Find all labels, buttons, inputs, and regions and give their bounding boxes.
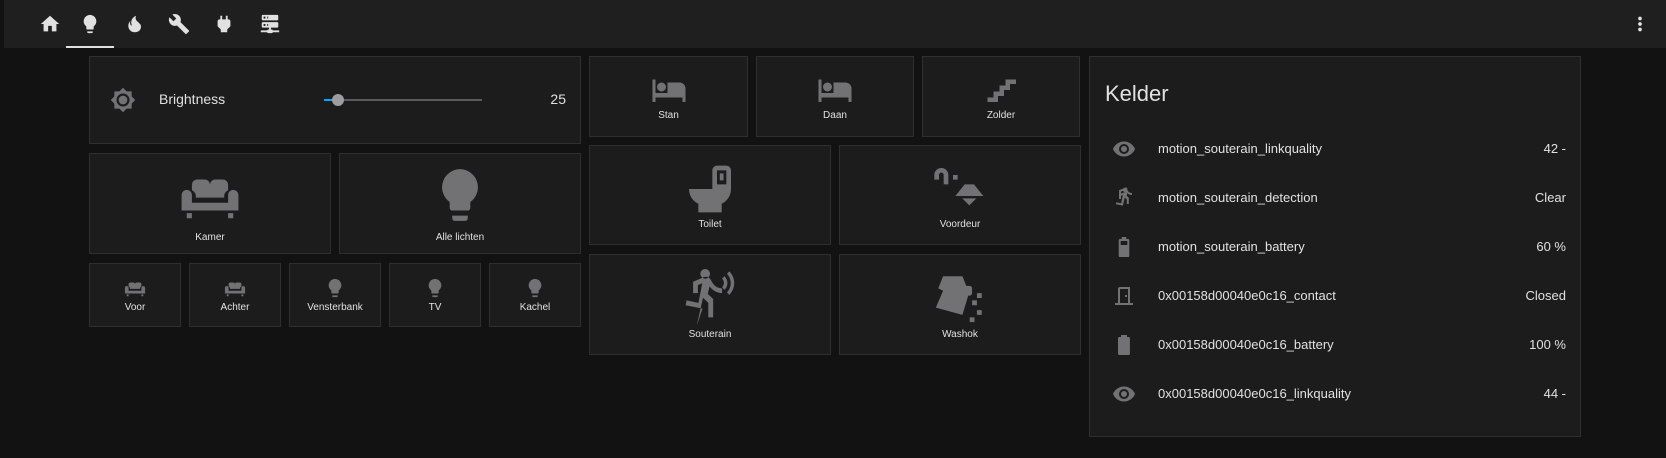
- button-label: Zolder: [986, 110, 1016, 121]
- entity-row[interactable]: motion_souterain_battery 60 %: [1090, 232, 1580, 262]
- light-button-tv[interactable]: TV: [389, 263, 481, 327]
- light-button-kachel[interactable]: Kachel: [489, 263, 581, 327]
- entity-state: 44 -: [1543, 386, 1566, 401]
- entity-name: 0x00158d00040e0c16_contact: [1158, 288, 1336, 303]
- slider-thumb[interactable]: [332, 94, 345, 106]
- card-title: Kelder: [1105, 81, 1169, 106]
- room-button-toilet[interactable]: Toilet: [589, 145, 831, 245]
- button-label: Vensterbank: [307, 302, 363, 313]
- slider-track: [324, 99, 482, 101]
- room-button-daan[interactable]: Daan: [756, 56, 914, 137]
- tab-lights[interactable]: [66, 0, 114, 48]
- tab-server[interactable]: [246, 0, 294, 48]
- bed-icon: [817, 72, 853, 108]
- brightness-card: Brightness 25: [89, 56, 581, 144]
- entity-state: Clear: [1534, 190, 1566, 205]
- brightness-slider[interactable]: [324, 91, 482, 109]
- entity-name: motion_souterain_linkquality: [1158, 141, 1323, 156]
- lightbulb-icon: [79, 13, 101, 35]
- eye-icon: [1112, 137, 1136, 161]
- entity-row[interactable]: 0x00158d00040e0c16_battery 100 %: [1090, 330, 1580, 360]
- room-button-stan[interactable]: Stan: [589, 56, 748, 137]
- button-label: Achter: [220, 302, 250, 313]
- top-toolbar: [4, 0, 1666, 48]
- button-label: Toilet: [698, 218, 722, 230]
- brightness-value: 25: [550, 91, 566, 107]
- tab-tools[interactable]: [155, 0, 203, 48]
- light-button-vensterbank[interactable]: Vensterbank: [289, 263, 381, 327]
- lightbulb-icon: [324, 277, 346, 299]
- toilet-icon: [682, 161, 738, 217]
- entity-row[interactable]: 0x00158d00040e0c16_linkquality 44 -: [1090, 379, 1580, 409]
- entity-state: 100 %: [1529, 337, 1566, 352]
- kelder-entities-card: Kelder motion_souterain_linkquality 42 -…: [1089, 56, 1581, 437]
- door-icon: [1112, 284, 1136, 308]
- room-button-washok[interactable]: Washok: [839, 254, 1081, 355]
- room-button-voordeur[interactable]: Voordeur: [839, 145, 1081, 245]
- motion-sensor-icon: [681, 269, 739, 327]
- light-button-voor[interactable]: Voor: [89, 263, 181, 327]
- button-label: Stan: [658, 110, 679, 121]
- stairs-icon: [983, 72, 1019, 108]
- button-label: Daan: [823, 110, 847, 121]
- button-label: TV: [428, 302, 442, 313]
- walk-icon: [1112, 186, 1136, 210]
- overflow-menu-button[interactable]: [1628, 12, 1652, 36]
- brightness-icon: [110, 87, 136, 113]
- entity-name: 0x00158d00040e0c16_linkquality: [1158, 386, 1351, 401]
- button-label: Kamer: [195, 232, 225, 243]
- server-network-icon: [259, 13, 281, 35]
- tab-power[interactable]: [200, 0, 248, 48]
- entity-name: motion_souterain_detection: [1158, 190, 1318, 205]
- room-button-zolder[interactable]: Zolder: [922, 56, 1080, 137]
- entity-name: motion_souterain_battery: [1158, 239, 1305, 254]
- lightbulb-icon: [429, 164, 491, 226]
- dots-vertical-icon: [1629, 13, 1651, 35]
- room-button-souterain[interactable]: Souterain: [589, 254, 831, 355]
- bed-icon: [651, 72, 687, 108]
- entity-state: 42 -: [1543, 141, 1566, 156]
- entity-state: Closed: [1525, 288, 1566, 303]
- lightbulb-icon: [424, 277, 446, 299]
- battery-60-icon: [1112, 235, 1136, 259]
- button-label: Voordeur: [939, 218, 981, 230]
- button-label: Alle lichten: [435, 232, 485, 243]
- button-label: Voor: [124, 302, 146, 313]
- brightness-label: Brightness: [159, 91, 226, 107]
- sofa-icon: [124, 277, 146, 299]
- outdoor-lamp-icon: [932, 161, 988, 217]
- light-button-kamer[interactable]: Kamer: [89, 153, 331, 254]
- lightbulb-icon: [524, 277, 546, 299]
- tab-heating[interactable]: [110, 0, 158, 48]
- entity-row[interactable]: motion_souterain_detection Clear: [1090, 183, 1580, 213]
- entity-row[interactable]: 0x00158d00040e0c16_contact Closed: [1090, 281, 1580, 311]
- button-label: Souterain: [688, 329, 732, 340]
- light-button-achter[interactable]: Achter: [189, 263, 281, 327]
- battery-full-icon: [1112, 333, 1136, 357]
- eye-icon: [1112, 382, 1136, 406]
- light-button-alle-lichten[interactable]: Alle lichten: [339, 153, 581, 254]
- fire-icon: [123, 13, 145, 35]
- power-plug-icon: [213, 13, 235, 35]
- entity-name: 0x00158d00040e0c16_battery: [1158, 337, 1334, 352]
- sofa-icon: [179, 164, 241, 226]
- entity-row[interactable]: motion_souterain_linkquality 42 -: [1090, 134, 1580, 164]
- entity-state: 60 %: [1536, 239, 1566, 254]
- washing-bucket-icon: [931, 269, 989, 327]
- sofa-icon: [224, 277, 246, 299]
- home-icon: [39, 13, 61, 35]
- button-label: Washok: [942, 329, 978, 340]
- button-label: Kachel: [519, 302, 551, 313]
- wrench-icon: [168, 13, 190, 35]
